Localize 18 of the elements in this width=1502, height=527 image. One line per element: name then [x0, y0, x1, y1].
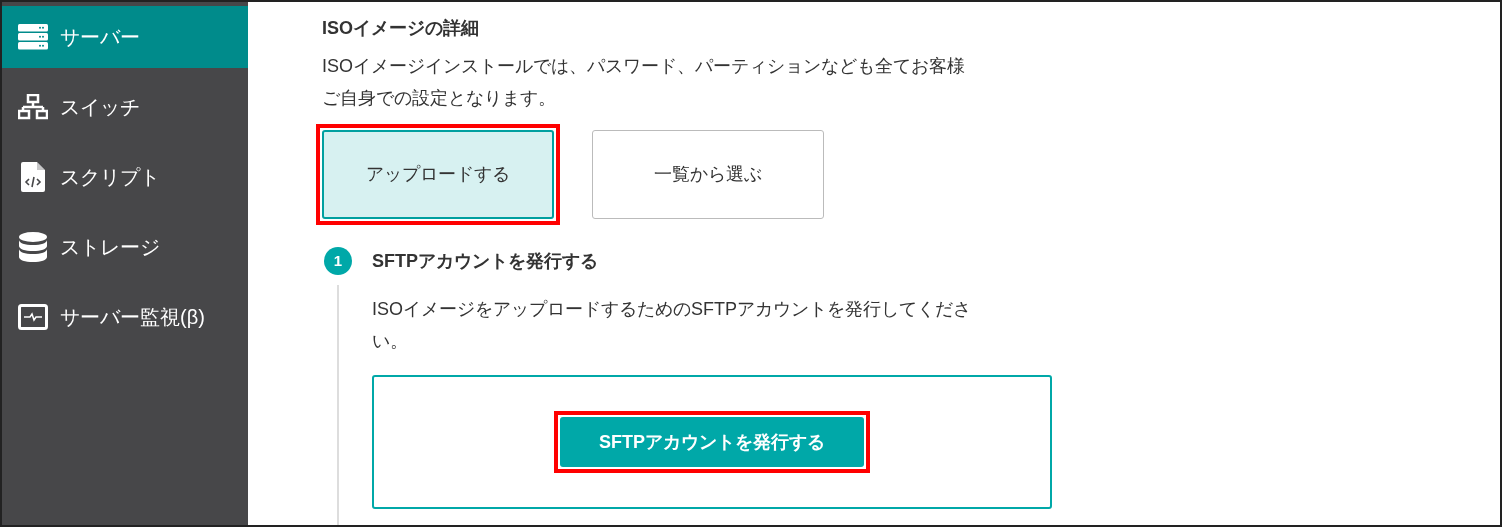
step-title: SFTPアカウントを発行する — [372, 249, 598, 273]
section-title: ISOイメージの詳細 — [322, 17, 480, 40]
section-description: ISOイメージインストールでは、パスワード、パーティションなども全てお客様ご自身での設定となります。 — [322, 55, 966, 110]
database-icon — [19, 232, 47, 262]
sidebar-item[interactable]: サーバー — [2, 6, 248, 68]
network-icon — [18, 94, 48, 120]
sidebar-label: スクリプト — [60, 165, 160, 190]
option-button[interactable]: 一覧から選ぶ — [592, 130, 824, 219]
sidebar-label: サーバー監視(β) — [60, 305, 205, 330]
step-number: 1 — [324, 247, 352, 275]
sidebar-label: ストレージ — [60, 235, 160, 260]
server-icon — [18, 24, 48, 50]
sidebar-label: サーバー — [60, 25, 140, 50]
code-file-icon — [21, 162, 45, 192]
sidebar-label: スイッチ — [60, 95, 140, 120]
monitor-icon — [18, 304, 48, 330]
step-description: ISOイメージをアップロードするためのSFTPアカウントを発行してください。 — [372, 298, 972, 353]
option-button[interactable]: アップロードする — [322, 130, 554, 219]
